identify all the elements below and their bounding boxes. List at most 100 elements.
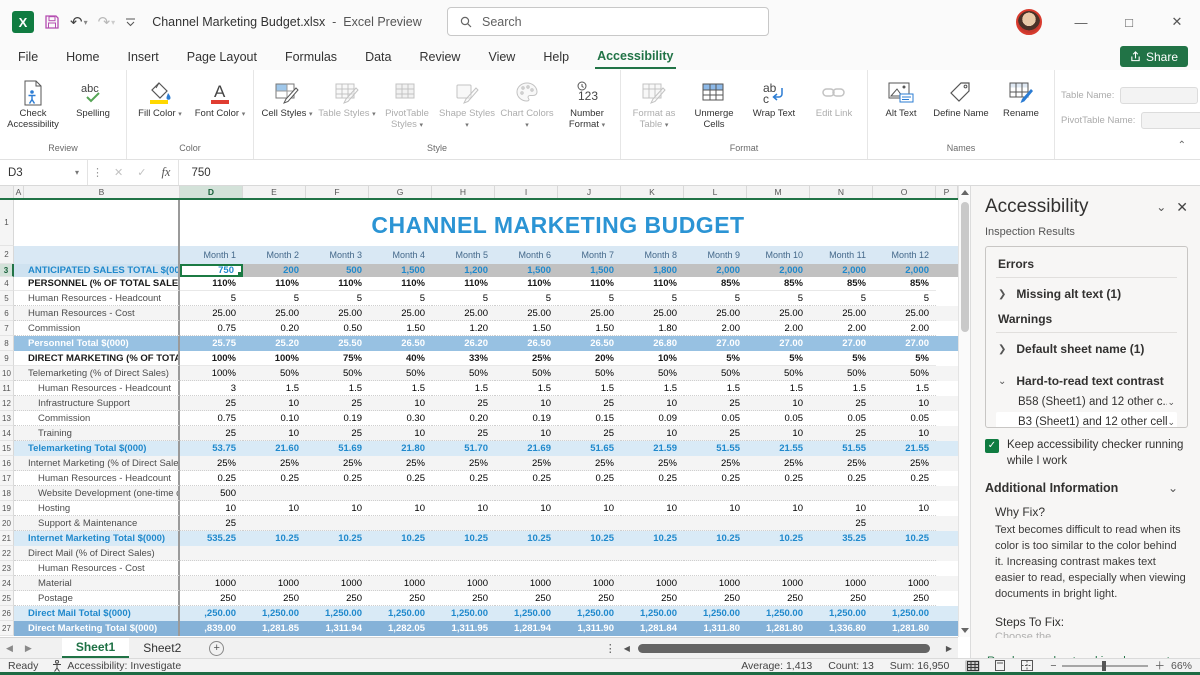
tab-help[interactable]: Help bbox=[541, 46, 571, 68]
cell-B11[interactable]: Human Resources - Headcount bbox=[14, 381, 180, 396]
cell-J11[interactable]: 1.5 bbox=[558, 381, 621, 396]
cell-D17[interactable]: 0.25 bbox=[180, 471, 243, 486]
cell-P23[interactable] bbox=[936, 561, 958, 576]
cell-H19[interactable]: 10 bbox=[432, 501, 495, 516]
row-header-25[interactable]: 25 bbox=[0, 591, 14, 606]
cell-P10[interactable] bbox=[936, 366, 958, 381]
grid-row-12[interactable]: 12Infrastructure Support2510251025102510… bbox=[0, 396, 958, 411]
cell-G13[interactable]: 0.30 bbox=[369, 411, 432, 426]
cell-F7[interactable]: 0.50 bbox=[306, 321, 369, 336]
cell-J18[interactable] bbox=[558, 486, 621, 501]
cell-O5[interactable]: 5 bbox=[873, 291, 936, 306]
cell-K24[interactable]: 1000 bbox=[621, 576, 684, 591]
cell-K16[interactable]: 25% bbox=[621, 456, 684, 471]
row-header-17[interactable]: 17 bbox=[0, 471, 14, 486]
cell-G6[interactable]: 25.00 bbox=[369, 306, 432, 321]
cell-L4[interactable]: 85% bbox=[684, 277, 747, 291]
cell-J15[interactable]: 51.65 bbox=[558, 441, 621, 456]
cell-M12[interactable]: 10 bbox=[747, 396, 810, 411]
cell-K12[interactable]: 10 bbox=[621, 396, 684, 411]
search-input[interactable]: Search bbox=[447, 7, 769, 36]
col-header-P[interactable]: P bbox=[936, 186, 958, 198]
cell-J26[interactable]: 1,250.00 bbox=[558, 606, 621, 621]
month-header-3[interactable]: Month 3 bbox=[306, 246, 369, 264]
cell-E10[interactable]: 50% bbox=[243, 366, 306, 381]
sheet-tab-sheet2[interactable]: Sheet2 bbox=[129, 638, 195, 658]
cell-P18[interactable] bbox=[936, 486, 958, 501]
cell-B16[interactable]: Internet Marketing (% of Direct Sales) bbox=[14, 456, 180, 471]
rename-button[interactable]: Rename bbox=[992, 76, 1050, 119]
grid-row-10[interactable]: 10Telemarketing (% of Direct Sales)100%5… bbox=[0, 366, 958, 381]
cell-D16[interactable]: 25% bbox=[180, 456, 243, 471]
cell-H3[interactable]: 1,200 bbox=[432, 264, 495, 277]
cell-F22[interactable] bbox=[306, 546, 369, 561]
cell-G3[interactable]: 1,500 bbox=[369, 264, 432, 277]
undo-button[interactable]: ↶▾ bbox=[70, 13, 88, 31]
cell-L17[interactable]: 0.25 bbox=[684, 471, 747, 486]
font-color-button[interactable]: A Font Color ▾ bbox=[191, 76, 249, 119]
cell-J7[interactable]: 1.50 bbox=[558, 321, 621, 336]
cell-M14[interactable]: 10 bbox=[747, 426, 810, 441]
cell-N12[interactable]: 25 bbox=[810, 396, 873, 411]
number-format-button[interactable]: 123 Number Format ▾ bbox=[558, 76, 616, 131]
month-header-5[interactable]: Month 5 bbox=[432, 246, 495, 264]
cell-P11[interactable] bbox=[936, 381, 958, 396]
share-button[interactable]: Share bbox=[1120, 46, 1188, 67]
month-header-2[interactable]: Month 2 bbox=[243, 246, 306, 264]
cell-F8[interactable]: 25.50 bbox=[306, 336, 369, 351]
cell-G11[interactable]: 1.5 bbox=[369, 381, 432, 396]
cell-F26[interactable]: 1,250.00 bbox=[306, 606, 369, 621]
cell-L12[interactable]: 25 bbox=[684, 396, 747, 411]
cell-L24[interactable]: 1000 bbox=[684, 576, 747, 591]
cell-K14[interactable]: 10 bbox=[621, 426, 684, 441]
cell-G9[interactable]: 40% bbox=[369, 351, 432, 366]
vertical-scrollbar[interactable] bbox=[958, 186, 970, 637]
col-header-A[interactable]: A bbox=[14, 186, 24, 198]
row-header-24[interactable]: 24 bbox=[0, 576, 14, 591]
cell-N22[interactable] bbox=[810, 546, 873, 561]
cell-H6[interactable]: 25.00 bbox=[432, 306, 495, 321]
cell-O18[interactable] bbox=[873, 486, 936, 501]
month-header-10[interactable]: Month 10 bbox=[747, 246, 810, 264]
cell-B19[interactable]: Hosting bbox=[14, 501, 180, 516]
accessibility-status[interactable]: Accessibility: Investigate bbox=[67, 660, 181, 672]
cell-E13[interactable]: 0.10 bbox=[243, 411, 306, 426]
cell-B7[interactable]: Commission bbox=[14, 321, 180, 336]
col-header-E[interactable]: E bbox=[243, 186, 306, 198]
cell-L10[interactable]: 50% bbox=[684, 366, 747, 381]
cell-F11[interactable]: 1.5 bbox=[306, 381, 369, 396]
cell-N6[interactable]: 25.00 bbox=[810, 306, 873, 321]
cell-M16[interactable]: 25% bbox=[747, 456, 810, 471]
cell-H24[interactable]: 1000 bbox=[432, 576, 495, 591]
cell-G14[interactable]: 10 bbox=[369, 426, 432, 441]
cell-H21[interactable]: 10.25 bbox=[432, 531, 495, 546]
cell-J23[interactable] bbox=[558, 561, 621, 576]
fill-color-button[interactable]: Fill Color ▾ bbox=[131, 76, 189, 119]
cell-G12[interactable]: 10 bbox=[369, 396, 432, 411]
cell-D15[interactable]: 53.75 bbox=[180, 441, 243, 456]
cell-O21[interactable]: 10.25 bbox=[873, 531, 936, 546]
cell-D7[interactable]: 0.75 bbox=[180, 321, 243, 336]
col-header-N[interactable]: N bbox=[810, 186, 873, 198]
cell-D11[interactable]: 3 bbox=[180, 381, 243, 396]
cell-G22[interactable] bbox=[369, 546, 432, 561]
cell-N25[interactable]: 250 bbox=[810, 591, 873, 606]
cell-I24[interactable]: 1000 bbox=[495, 576, 558, 591]
customize-toolbar-icon[interactable] bbox=[125, 17, 136, 28]
cell-G4[interactable]: 110% bbox=[369, 277, 432, 291]
cell-G8[interactable]: 26.50 bbox=[369, 336, 432, 351]
cell-E15[interactable]: 21.60 bbox=[243, 441, 306, 456]
cell-M23[interactable] bbox=[747, 561, 810, 576]
tab-formulas[interactable]: Formulas bbox=[283, 46, 339, 68]
tab-page-layout[interactable]: Page Layout bbox=[185, 46, 259, 68]
cell-H7[interactable]: 1.20 bbox=[432, 321, 495, 336]
cell-J27[interactable]: 1,311.90 bbox=[558, 621, 621, 636]
zoom-in-icon[interactable]: ＋ bbox=[1154, 658, 1165, 673]
cell-K11[interactable]: 1.5 bbox=[621, 381, 684, 396]
cell-G10[interactable]: 50% bbox=[369, 366, 432, 381]
cell-J4[interactable]: 110% bbox=[558, 277, 621, 291]
cell-M17[interactable]: 0.25 bbox=[747, 471, 810, 486]
cell-D27[interactable]: ,839.00 bbox=[180, 621, 243, 636]
cell-L3[interactable]: 2,000 bbox=[684, 264, 747, 277]
row-header-5[interactable]: 5 bbox=[0, 291, 14, 306]
